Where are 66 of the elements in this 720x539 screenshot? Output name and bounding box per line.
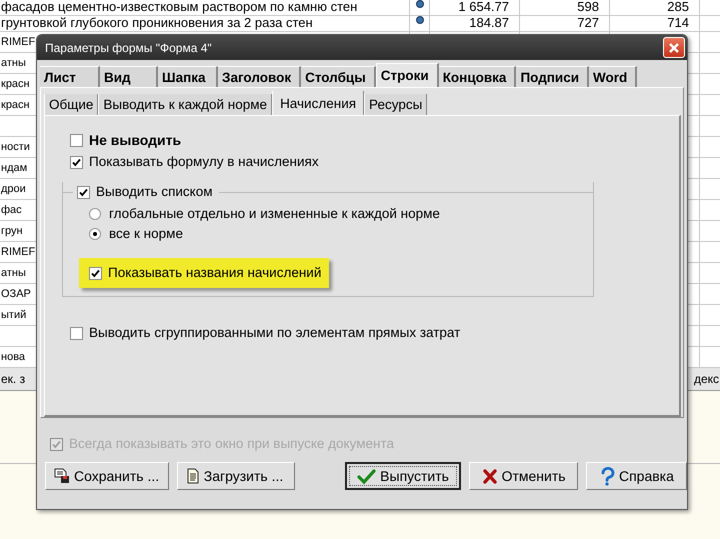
table-cell: ОЗАР [1,287,31,301]
table-cell: фасадов цементно-известковым раствором по камню стен [1,0,358,14]
tab[interactable]: Заголовок [218,66,302,87]
group-label: Выводить списком [96,184,213,200]
save-icon [54,468,70,484]
table-cell: красн [1,98,30,112]
option-label: Показывать названия начислений [108,265,322,281]
table-cell: 285 [667,0,689,14]
question-icon [598,466,615,486]
table-cell: RIMEF [1,245,36,259]
table-cell: 727 [577,16,599,30]
tab[interactable]: Общие [44,94,98,115]
table-cell: RIMEF [1,35,36,49]
close-button[interactable] [663,37,685,58]
tab[interactable]: Лист [40,66,100,87]
status-text: декс [694,372,719,386]
tab[interactable]: Ресурсы [364,94,428,115]
option-label: Выводить сгруппированными по элементам прямых затрат [89,325,460,341]
tab[interactable]: Строки [376,63,439,87]
document-icon [186,468,200,484]
table-cell: 1 654.77 [458,0,509,14]
dialog-button[interactable]: Сохранить ... [45,462,169,490]
table-cell: ности [1,140,30,154]
option-label: глобальные отдельно и измененные к каждой норме [109,206,440,222]
table-cell: нова [1,350,26,364]
table-cell: 714 [667,16,689,30]
radio-button[interactable] [89,208,101,220]
table-cell: атны [1,56,26,70]
tab[interactable]: Выводить к каждой норме [98,94,272,115]
tab[interactable]: Начисления [272,91,364,115]
status-text: ек. з [1,372,26,386]
tab[interactable]: Концовка [438,66,516,87]
table-cell: ытий [1,308,26,322]
tab[interactable]: Подписи [516,66,590,87]
table-cell: атны [1,266,26,280]
table-cell: дрои [1,182,26,196]
table-cell: грун [1,224,23,238]
tab[interactable]: Вид [100,66,158,87]
checkbox[interactable] [70,156,83,168]
checkbox[interactable] [70,134,83,146]
tab[interactable]: Столбцы [301,66,376,87]
dot-icon [416,16,424,24]
option-label: все к норме [109,226,183,242]
option-label: Не выводить [89,132,182,148]
table-cell: 184.87 [469,16,509,30]
radio-button[interactable] [89,228,101,240]
checkbox[interactable] [89,266,102,280]
dialog-button[interactable]: Выпустить [344,462,462,490]
dialog-button[interactable]: Справка [586,462,687,490]
dialog-button[interactable]: Загрузить ... [176,462,295,490]
tab[interactable]: Шапка [158,66,218,87]
option-label: Показывать формулу в начислениях [89,154,319,170]
checkbox[interactable] [77,186,90,198]
table-cell: фас [1,203,22,217]
cross-icon [482,468,498,484]
checkbox[interactable] [70,326,83,340]
dialog-button[interactable]: Отменить [469,462,578,490]
table-cell: грунтовкой глубокого проникновения за 2 раза стен [1,16,313,30]
table-cell: красн [1,77,30,91]
window-title: Параметры формы "Форма 4" [45,40,212,54]
checkmark-icon [357,468,376,484]
table-cell: 598 [577,0,599,14]
tab[interactable]: Word [589,66,638,87]
table-cell: ндам [1,161,28,175]
close-icon [668,42,680,54]
dot-icon [416,0,424,8]
